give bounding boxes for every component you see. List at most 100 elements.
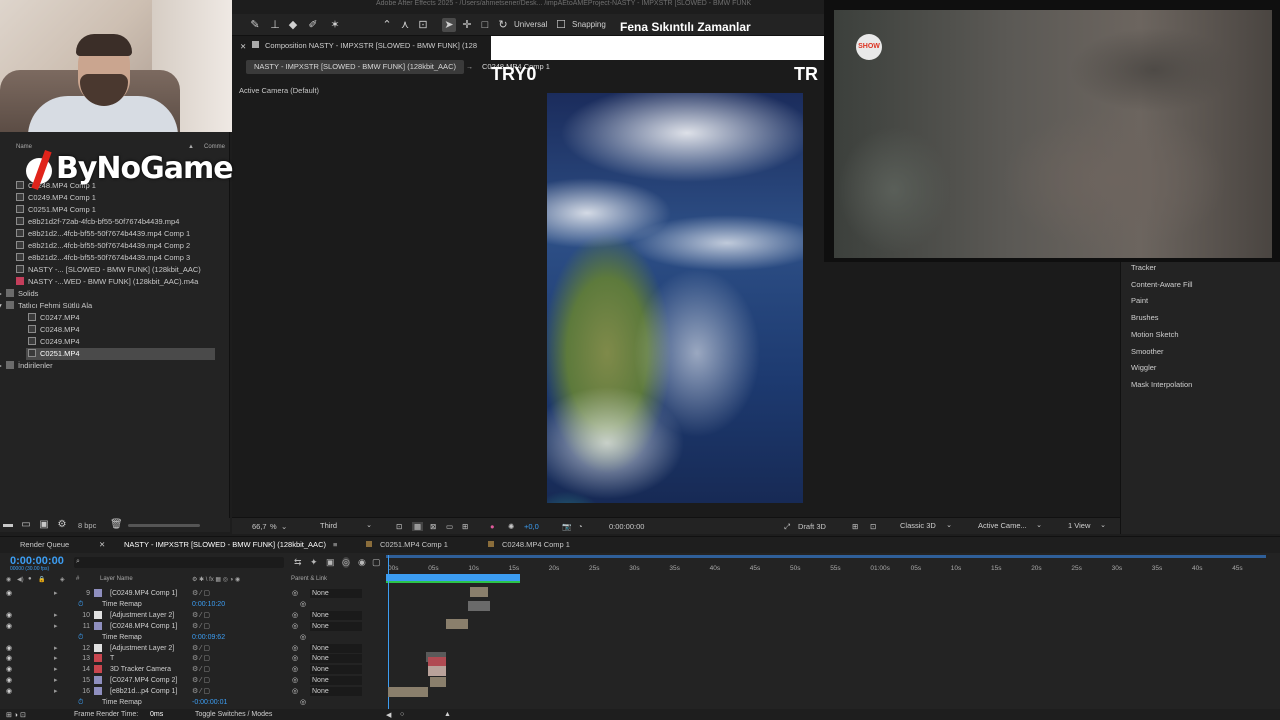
- visibility-eye-icon[interactable]: ◉: [6, 664, 12, 675]
- thumbnail-size-slider[interactable]: [128, 524, 200, 527]
- snapping-label[interactable]: Snapping: [572, 20, 606, 29]
- menu-icon[interactable]: ≡: [333, 540, 337, 549]
- visibility-eye-icon[interactable]: ◉: [6, 643, 12, 654]
- axis-world-icon[interactable]: ⌃: [380, 18, 394, 32]
- project-item[interactable]: C0251.MP4 Comp 1: [14, 204, 218, 216]
- pick-whip-icon[interactable]: ◎: [292, 675, 298, 686]
- project-item[interactable]: C0248.MP4: [26, 324, 218, 336]
- show-snapshot-icon[interactable]: ◔: [578, 522, 583, 531]
- exposure-value[interactable]: +0,0: [524, 522, 539, 531]
- toggle-layer-switches-icon[interactable]: ⊞ ◑ ⊡: [6, 711, 26, 719]
- guides-icon[interactable]: ▭: [446, 522, 453, 531]
- layer-row[interactable]: ◉ ▸ 16 None ⚙ ⁄ ▢ ◎ [e8b21d...p4 Comp 1]: [0, 686, 384, 697]
- timeline-search-input[interactable]: ⌕: [74, 557, 284, 568]
- layer-switches[interactable]: ⚙ ⁄ ▢: [192, 686, 210, 697]
- twirl-chevron-icon[interactable]: ▸: [54, 643, 58, 654]
- right-panel-item[interactable]: Smoother: [1131, 347, 1164, 356]
- expression-pick-whip-icon[interactable]: ◎: [300, 697, 306, 708]
- visibility-eye-icon[interactable]: ◉: [6, 588, 12, 599]
- axis-view-icon[interactable]: ⊡: [416, 18, 430, 32]
- visibility-eye-icon[interactable]: ◉: [6, 610, 12, 621]
- right-panel-item[interactable]: Wiggler: [1131, 363, 1156, 372]
- parent-dropdown[interactable]: None: [310, 676, 362, 686]
- axis-local-icon[interactable]: ⋏: [398, 18, 412, 32]
- tab-nasty-comp[interactable]: NASTY - IMPXSTR [SLOWED - BMW FUNK] (128…: [124, 540, 326, 549]
- composition-tab-title[interactable]: Composition NASTY - IMPXSTR [SLOWED - BM…: [265, 41, 477, 50]
- motion-blur-icon[interactable]: ◎: [342, 557, 350, 568]
- project-item[interactable]: Solids ▸: [0, 288, 218, 300]
- draft-3d-icon[interactable]: ⤢: [784, 522, 790, 532]
- layer-label-color[interactable]: [94, 654, 102, 663]
- pick-whip-icon[interactable]: ◎: [292, 610, 298, 621]
- layer-row[interactable]: ◉ ▸ 11 None ⚙ ⁄ ▢ ◎ [C0248.MP4 Comp 1]: [0, 621, 384, 632]
- right-panel-item[interactable]: Brushes: [1131, 313, 1159, 322]
- layer-switches[interactable]: ⚙ ⁄ ▢: [192, 675, 210, 686]
- project-item[interactable]: C0251.MP4: [26, 348, 215, 360]
- layer-switches[interactable]: ⚙ ⁄ ▢: [192, 653, 210, 664]
- project-item[interactable]: e8b21d2...4fcb-bf55-50f7674b4439.mp4 Com…: [14, 228, 218, 240]
- new-folder-icon[interactable]: ▭: [20, 519, 32, 531]
- pick-whip-icon[interactable]: ◎: [292, 588, 298, 599]
- parent-dropdown[interactable]: None: [310, 687, 362, 697]
- twirl-chevron-icon[interactable]: ▸: [54, 686, 58, 697]
- region-of-interest-icon[interactable]: ⊡: [396, 522, 402, 531]
- selection-tool-icon[interactable]: ➤: [442, 18, 456, 32]
- project-settings-icon[interactable]: ⚙: [56, 519, 68, 531]
- parent-dropdown[interactable]: None: [310, 643, 362, 653]
- pick-whip-icon[interactable]: ◎: [292, 621, 298, 632]
- draft-3d-toggle-icon[interactable]: ✦: [310, 557, 318, 568]
- twirl-chevron-icon[interactable]: ▸: [54, 588, 58, 599]
- layer-label-color[interactable]: [94, 643, 102, 652]
- graph-editor-icon[interactable]: ◉: [358, 557, 366, 568]
- frame-blending-icon[interactable]: ▢: [372, 557, 381, 568]
- layer-clip-bar[interactable]: [468, 601, 490, 611]
- view-layout-dropdown[interactable]: 1 View ⌄: [1064, 520, 1110, 532]
- layer-label-color[interactable]: [94, 676, 102, 685]
- chevron-down-icon[interactable]: ⌄: [281, 522, 287, 531]
- shy-layers-icon[interactable]: ▣: [326, 557, 335, 568]
- snapping-checkbox-icon[interactable]: ☐: [554, 18, 568, 32]
- layer-label-color[interactable]: [94, 687, 102, 696]
- project-item[interactable]: C0247.MP4: [26, 312, 218, 324]
- layer-row[interactable]: ◉ ▸ 12 None ⚙ ⁄ ▢ ◎ [Adjustment Layer 2]: [0, 643, 384, 654]
- color-channels-icon[interactable]: ●: [490, 522, 495, 531]
- work-area-bar[interactable]: [386, 555, 1266, 558]
- pick-whip-icon[interactable]: ◎: [292, 664, 298, 675]
- project-item[interactable]: C0249.MP4: [26, 336, 218, 348]
- layer-switches[interactable]: ⚙ ⁄ ▢: [192, 588, 210, 599]
- right-panel-item[interactable]: Paint: [1131, 296, 1148, 305]
- layer-row[interactable]: ◉ ▸ 10 None ⚙ ⁄ ▢ ◎ [Adjustment Layer 2]: [0, 610, 384, 621]
- camera-snapshot-icon[interactable]: 📷: [562, 522, 571, 531]
- property-value[interactable]: 0:00:09:62: [192, 632, 225, 643]
- grid-icon[interactable]: ⊞: [462, 522, 468, 531]
- layer-clip-bar[interactable]: [428, 666, 446, 676]
- close-icon[interactable]: ✕: [240, 42, 246, 51]
- parent-dropdown[interactable]: None: [310, 654, 362, 664]
- work-area-range[interactable]: [386, 574, 520, 581]
- composition-mini-flowchart-icon[interactable]: ⇆: [294, 557, 302, 568]
- property-row[interactable]: ⏱ 0:00:09:62 ◎ Time Remap: [0, 632, 384, 643]
- right-panel-item[interactable]: Content-Aware Fill: [1131, 280, 1193, 289]
- rotate-tool-icon[interactable]: ↻: [496, 18, 510, 32]
- tab-c0251-comp[interactable]: C0251.MP4 Comp 1: [366, 540, 448, 549]
- project-item[interactable]: NASTY -...WED - BMW FUNK] (128kbit_AAC).…: [14, 276, 218, 288]
- layer-switches[interactable]: ⚙ ⁄ ▢: [192, 664, 210, 675]
- parent-dropdown[interactable]: None: [310, 589, 362, 598]
- twirl-chevron-icon[interactable]: ▸: [54, 664, 58, 675]
- twirl-chevron-icon[interactable]: ▸: [54, 653, 58, 664]
- pick-whip-icon[interactable]: ◎: [292, 686, 298, 697]
- right-panel-item[interactable]: Tracker: [1131, 263, 1156, 272]
- visibility-eye-icon[interactable]: ◉: [6, 621, 12, 632]
- tab-c0248-comp[interactable]: C0248.MP4 Comp 1: [488, 540, 570, 549]
- mask-visibility-icon[interactable]: ⊠: [430, 522, 436, 531]
- trash-icon[interactable]: 🗑: [110, 519, 123, 531]
- tab-render-queue[interactable]: Render Queue: [20, 540, 69, 549]
- layer-row[interactable]: ◉ ▸ 9 None ⚙ ⁄ ▢ ◎ [C0249.MP4 Comp 1]: [0, 588, 384, 599]
- twirl-chevron-icon[interactable]: ▸: [54, 621, 58, 632]
- brush-tool-icon[interactable]: ✎: [248, 18, 262, 32]
- parent-dropdown[interactable]: None: [310, 610, 362, 620]
- puppet-pin-tool-icon[interactable]: ✶: [328, 18, 342, 32]
- layer-row[interactable]: ◉ ▸ 13 None ⚙ ⁄ ▢ ◎ T: [0, 653, 384, 664]
- layer-label-color[interactable]: [94, 665, 102, 674]
- visibility-eye-icon[interactable]: ◉: [6, 653, 12, 664]
